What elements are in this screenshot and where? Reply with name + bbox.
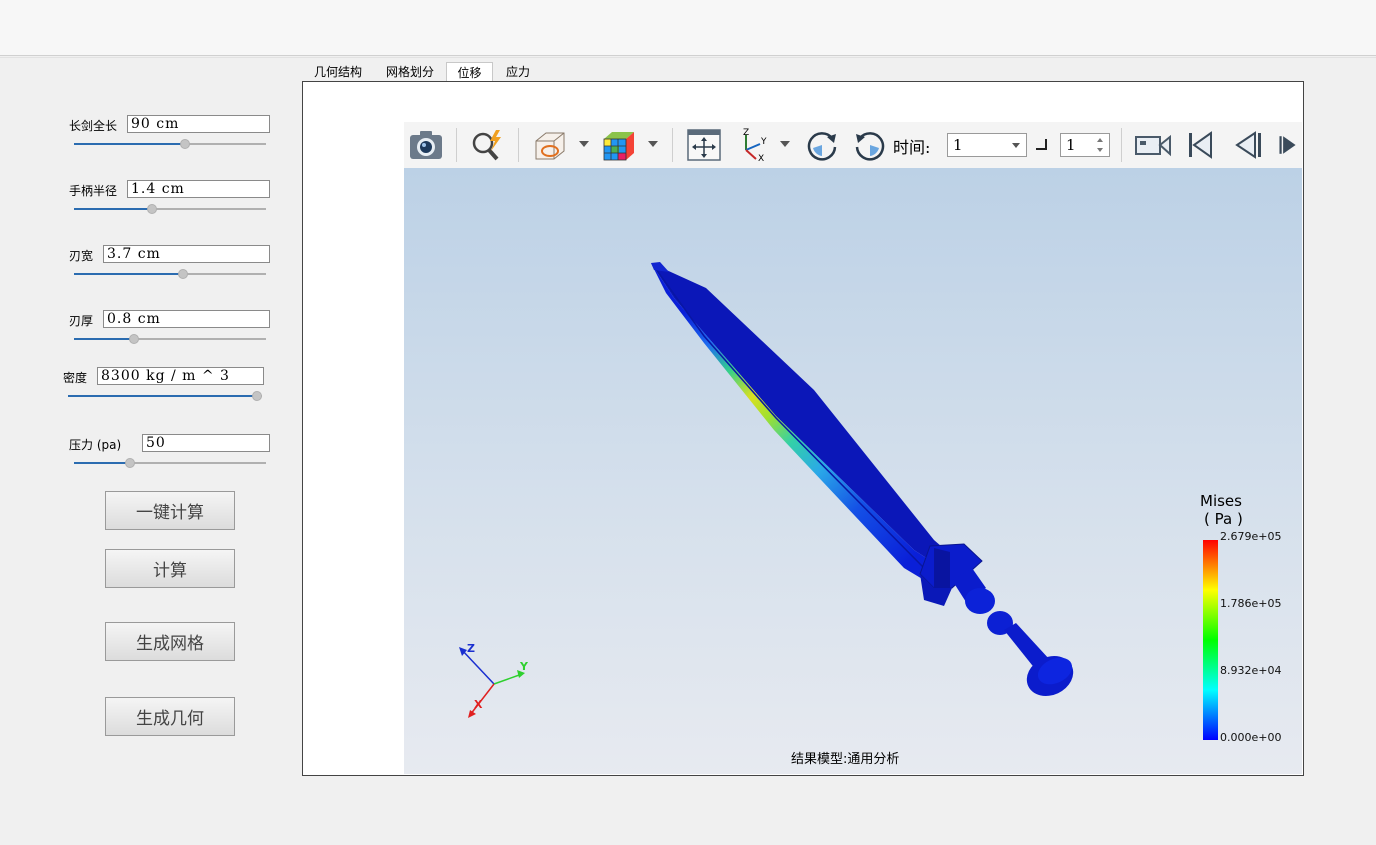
3d-viewport[interactable]: Z Y X Mises ( Pa ) 2.679e+05 1.786e+05 8… — [404, 168, 1302, 774]
param-label-handle-radius: 手柄半径 — [69, 184, 118, 198]
top-divider — [0, 57, 1376, 58]
result-caption: 结果模型:通用分析 — [791, 752, 900, 767]
next-frame-icon[interactable] — [1278, 127, 1300, 163]
legend-title: Mises — [1200, 492, 1242, 510]
compute-button[interactable]: 计算 — [105, 549, 235, 588]
legend-min-label: 0.000e+00 — [1220, 731, 1282, 744]
param-label-blade-thickness: 刃厚 — [69, 314, 94, 328]
slider-handle[interactable] — [178, 269, 188, 279]
time-select[interactable]: 1 — [947, 133, 1027, 157]
axes-orientation-icon[interactable]: Z YX — [734, 127, 770, 163]
legend-max-label: 2.679e+05 — [1220, 530, 1282, 543]
density-slider[interactable] — [68, 391, 262, 401]
generate-mesh-button[interactable]: 生成网格 — [105, 622, 235, 661]
video-record-icon[interactable] — [1133, 127, 1173, 163]
param-label-blade-width: 刃宽 — [69, 249, 94, 263]
axis-x-label: X — [474, 698, 483, 711]
step-spinbox[interactable]: 1 — [1060, 133, 1110, 157]
param-label-length: 长剑全长 — [69, 119, 118, 133]
sword-stress-model: Z Y X — [459, 262, 1218, 740]
generate-geometry-button[interactable]: 生成几何 — [105, 697, 235, 736]
window-top-bar — [0, 0, 1376, 56]
axis-y-label: Y — [519, 660, 529, 673]
length-slider[interactable] — [74, 139, 266, 149]
pressure-input[interactable]: 50 — [142, 434, 270, 452]
legend-color-bar — [1203, 540, 1218, 740]
axes-triad: Z Y X — [459, 642, 529, 718]
chevron-down-icon[interactable] — [780, 141, 790, 147]
blade-width-slider[interactable] — [74, 269, 266, 279]
param-label-density: 密度 — [63, 371, 88, 385]
slider-handle[interactable] — [147, 204, 157, 214]
slider-handle[interactable] — [252, 391, 262, 401]
axis-z-label: Z — [467, 642, 475, 655]
svg-text:Z: Z — [743, 128, 749, 138]
viewer-toolbar: Z YX 时间: 1 1 — [404, 122, 1302, 169]
svg-text:Y: Y — [760, 137, 767, 147]
previous-frame-icon[interactable] — [1230, 127, 1266, 163]
tab-geometry[interactable]: 几何结构 — [305, 62, 371, 82]
handle-radius-slider[interactable] — [74, 204, 266, 214]
tab-stress[interactable]: 应力 — [497, 62, 539, 82]
tab-mesh[interactable]: 网格划分 — [377, 62, 443, 82]
tab-displacement[interactable]: 位移 — [446, 62, 493, 82]
length-input[interactable]: 90 cm — [127, 115, 270, 133]
zoom-icon[interactable] — [470, 127, 506, 163]
fit-view-icon[interactable] — [686, 127, 722, 163]
camera-icon[interactable] — [408, 127, 444, 163]
spin-up-icon[interactable] — [1097, 138, 1103, 142]
first-frame-icon[interactable] — [1182, 127, 1218, 163]
svg-text:X: X — [758, 154, 764, 162]
slider-handle[interactable] — [125, 458, 135, 468]
step-checkbox[interactable] — [1036, 139, 1047, 150]
spin-down-icon[interactable] — [1097, 148, 1103, 152]
color-cube-icon[interactable] — [601, 127, 637, 163]
legend-mid-low-label: 8.932e+04 — [1220, 664, 1282, 677]
step-spinbox-value: 1 — [1066, 136, 1076, 154]
legend-mid-high-label: 1.786e+05 — [1220, 597, 1282, 610]
one-click-compute-button[interactable]: 一键计算 — [105, 491, 235, 530]
param-label-pressure: 压力 (pa) — [69, 438, 122, 452]
slider-handle[interactable] — [180, 139, 190, 149]
slider-handle[interactable] — [129, 334, 139, 344]
blade-thickness-slider[interactable] — [74, 334, 266, 344]
rotate-counterclockwise-icon[interactable] — [852, 127, 888, 163]
pressure-slider[interactable] — [74, 458, 266, 468]
legend-unit: ( Pa ) — [1204, 510, 1243, 528]
density-input[interactable]: 8300 kg / m ^ 3 — [97, 367, 264, 385]
chevron-down-icon[interactable] — [648, 141, 658, 147]
transparency-icon[interactable] — [532, 127, 568, 163]
handle-radius-input[interactable]: 1.4 cm — [127, 180, 270, 198]
chevron-down-icon[interactable] — [579, 141, 589, 147]
chevron-down-icon — [1012, 143, 1020, 148]
time-label: 时间: — [893, 138, 931, 157]
blade-thickness-input[interactable]: 0.8 cm — [103, 310, 270, 328]
rotate-clockwise-icon[interactable] — [804, 127, 840, 163]
time-select-value: 1 — [953, 136, 963, 154]
blade-width-input[interactable]: 3.7 cm — [103, 245, 270, 263]
